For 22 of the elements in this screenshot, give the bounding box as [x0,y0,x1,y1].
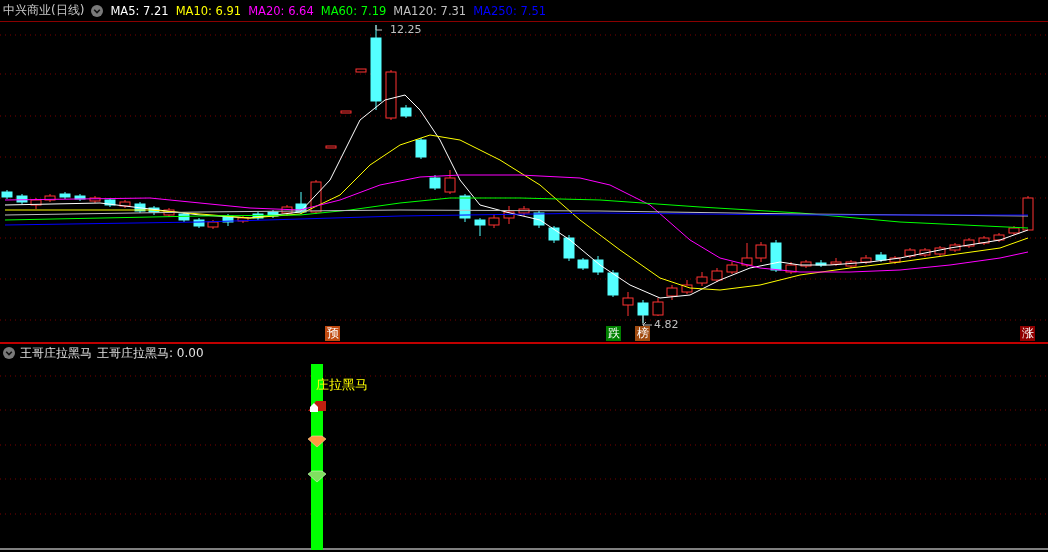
dropdown-icon[interactable] [3,347,15,359]
ma-value-label: MA60: 7.19 [320,3,387,18]
ma-value-label: MA120: 7.31 [393,3,467,18]
ma-value-label: MA20: 6.64 [248,3,314,18]
indicator-value: 王哥庄拉黑马: 0.00 [97,344,204,362]
diamond-icon [307,435,327,448]
diamond-icon [307,470,327,483]
price-label: 12.25 [390,24,422,36]
price-label: 4.82 [654,319,679,331]
house-icon [308,401,326,412]
signal-marker: 涨 [1020,326,1035,341]
signal-marker: 预 [325,326,340,341]
dropdown-icon[interactable] [91,4,104,17]
leader-line [375,24,383,31]
ma-value-label: MA10: 6.91 [175,3,242,18]
indicator-name: 王哥庄拉黑马 [20,344,92,362]
signal-marker: 榜 [635,326,650,341]
ma-value-label: MA5: 7.21 [110,3,169,18]
stock-title: 中兴商业(日线) [3,2,85,19]
leader-line [642,314,653,329]
signal-marker: 跌 [606,326,621,341]
ma-value-label: MA250: 7.51 [473,3,547,18]
